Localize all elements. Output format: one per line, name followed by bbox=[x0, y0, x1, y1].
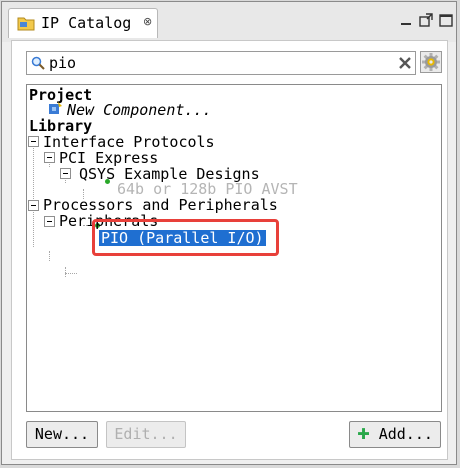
collapse-icon[interactable] bbox=[28, 200, 39, 211]
add-button-label: Add... bbox=[378, 425, 433, 443]
component-icon bbox=[49, 102, 62, 114]
collapse-icon[interactable] bbox=[60, 168, 71, 179]
interface-protocols-node[interactable]: Interface Protocols bbox=[43, 134, 215, 150]
tree-line bbox=[33, 141, 34, 247]
ip-tree[interactable]: Project New Component... Library Interfa… bbox=[26, 84, 442, 412]
collapse-icon[interactable] bbox=[44, 216, 55, 227]
edit-button[interactable]: Edit... bbox=[106, 421, 186, 448]
search-icon bbox=[31, 56, 45, 70]
processors-peripherals-node[interactable]: Processors and Peripherals bbox=[43, 197, 278, 213]
search-input[interactable] bbox=[49, 53, 379, 73]
pio-parallel-io-item[interactable]: PIO (Parallel I/O) bbox=[99, 230, 266, 246]
plus-icon: ✚ bbox=[357, 425, 370, 443]
clear-search-icon[interactable] bbox=[397, 55, 413, 71]
settings-button[interactable] bbox=[420, 51, 442, 73]
minimize-icon[interactable] bbox=[398, 12, 414, 28]
tab-ip-catalog[interactable]: IP Catalog ⊗ bbox=[8, 8, 158, 38]
ip-catalog-window: IP Catalog ⊗ pio Project New Component..… bbox=[1, 1, 457, 465]
tree-line bbox=[65, 273, 77, 274]
tree-line bbox=[65, 267, 66, 277]
new-button[interactable]: New... bbox=[26, 421, 98, 448]
search-box[interactable] bbox=[26, 51, 416, 75]
maximize-icon[interactable] bbox=[438, 12, 454, 28]
pci-express-node[interactable]: PCI Express bbox=[59, 150, 158, 166]
tab-title: IP Catalog bbox=[41, 14, 132, 32]
restore-icon[interactable] bbox=[418, 12, 434, 28]
folder-icon bbox=[17, 17, 35, 31]
new-component-item[interactable]: New Component... bbox=[67, 102, 212, 118]
library-node: Library bbox=[29, 117, 93, 135]
pio-avst-item[interactable]: 64b or 128b PIO AVST bbox=[117, 181, 298, 197]
tab-bar: IP Catalog ⊗ bbox=[2, 2, 456, 42]
collapse-icon[interactable] bbox=[28, 136, 39, 147]
gear-icon bbox=[422, 53, 440, 71]
peripherals-node[interactable]: Peripherals bbox=[59, 213, 158, 229]
tab-close-icon[interactable]: ⊗ bbox=[143, 15, 152, 28]
ip-status-dot-icon bbox=[105, 179, 110, 184]
collapse-icon[interactable] bbox=[44, 152, 55, 163]
tree-line bbox=[49, 251, 50, 261]
catalog-panel: Project New Component... Library Interfa… bbox=[11, 40, 448, 460]
add-button[interactable]: ✚ Add... bbox=[349, 421, 441, 448]
